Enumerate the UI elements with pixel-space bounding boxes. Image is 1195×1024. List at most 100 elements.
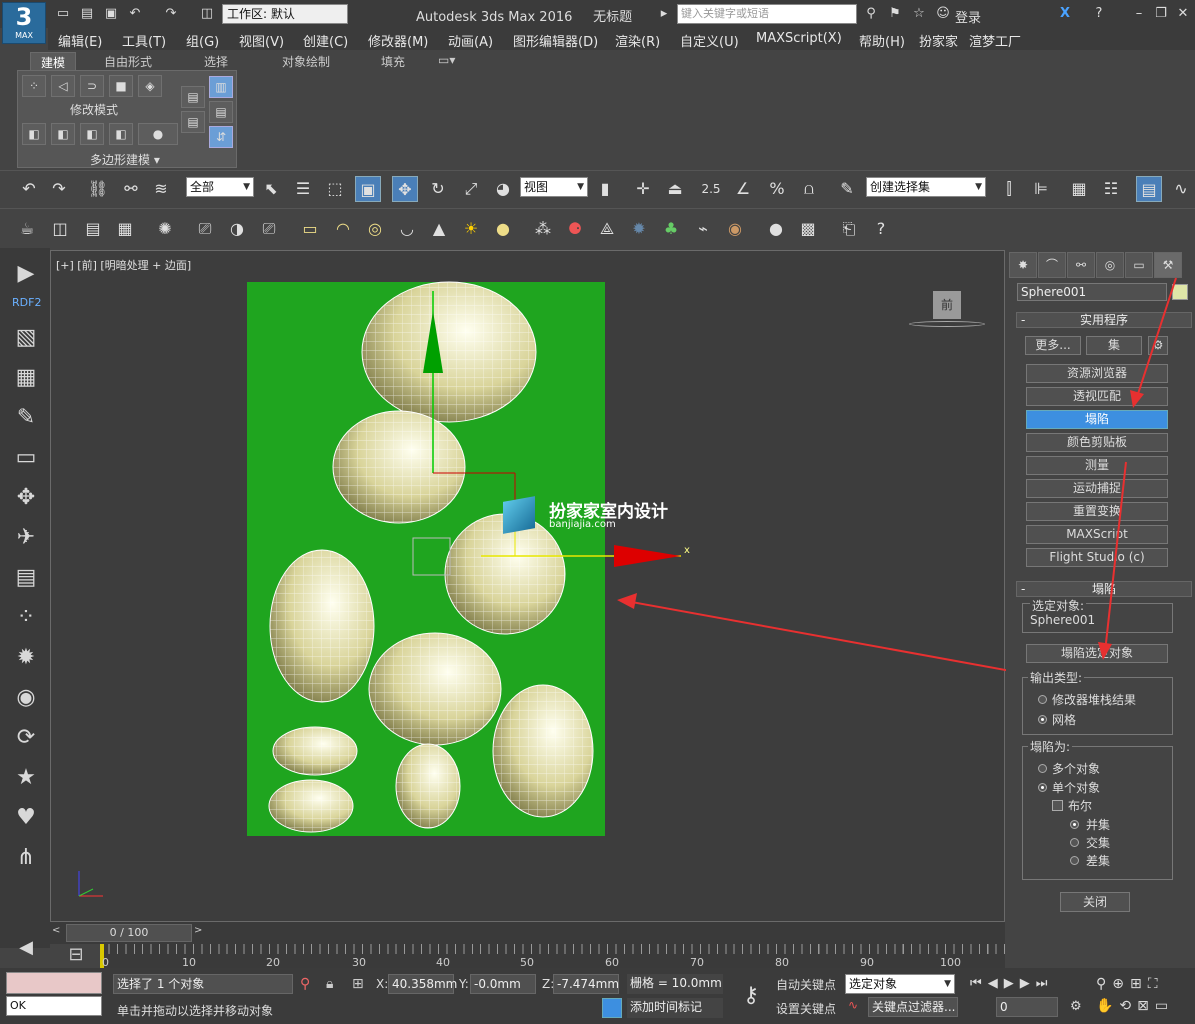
ball-icon[interactable]: ✹	[626, 216, 652, 242]
teapot-icon[interactable]: ☕	[14, 216, 40, 242]
x-coordinate-field[interactable]: 40.358mm	[388, 974, 457, 994]
help-icon[interactable]: ?	[1090, 5, 1108, 23]
help-circle-icon[interactable]: ?	[868, 216, 894, 242]
auto-key-button[interactable]: 自动关键点	[776, 976, 836, 993]
ribbon-side-2-icon[interactable]: ▥	[209, 76, 233, 98]
pivot-center-icon[interactable]: ▮	[592, 176, 618, 202]
egg-7[interactable]	[272, 726, 358, 776]
snaps-toggle-icon[interactable]: 2.5	[698, 176, 724, 202]
bowl-icon[interactable]: ◡	[394, 216, 420, 242]
ribbon-options-icon[interactable]: ▭▾	[438, 53, 455, 67]
polygon-mode-icon[interactable]: ■	[109, 75, 133, 97]
fur-icon[interactable]: ⚈	[562, 216, 588, 242]
unlink-icon[interactable]: ⚯	[118, 176, 144, 202]
rendered-frame-icon[interactable]: ▦	[112, 216, 138, 242]
undo-icon[interactable]: ↶	[16, 176, 42, 202]
prev-frame-icon[interactable]: <	[52, 925, 66, 941]
ribbon-side-1-icon[interactable]: ▤	[181, 86, 205, 108]
ribbon-tab-object-paint[interactable]: 对象绘制	[282, 53, 330, 70]
select-and-rotate-icon[interactable]: ↻	[425, 176, 451, 202]
menu-customize[interactable]: 自定义(U)	[680, 31, 739, 50]
brightness-icon[interactable]: ✹	[12, 644, 40, 672]
sun-icon[interactable]: ☀	[458, 216, 484, 242]
egg-5[interactable]	[368, 632, 502, 746]
egg-1[interactable]	[361, 281, 537, 423]
cone-icon[interactable]: ▲	[426, 216, 452, 242]
maxscript-output[interactable]: OK	[6, 996, 102, 1016]
viewport[interactable]: [+] [前] [明暗处理 + 边面] x 前 扮家家室内设计 banjiaji…	[50, 250, 1006, 923]
select-object-icon[interactable]: ⬉	[258, 176, 284, 202]
material-ball-icon[interactable]: ●	[763, 216, 789, 242]
keyboard-shortcut-icon[interactable]: ⏏	[662, 176, 688, 202]
binoculars-icon[interactable]: ⚲	[862, 5, 880, 23]
next-frame-icon[interactable]: >	[194, 925, 208, 941]
menu-animation[interactable]: 动画(A)	[448, 31, 493, 50]
plane-icon[interactable]: ▭	[297, 216, 323, 242]
rdf-logo-icon[interactable]: ▶	[12, 260, 40, 288]
minimize-icon[interactable]: –	[1130, 5, 1148, 23]
grid-layout-icon[interactable]: ▦	[12, 364, 40, 392]
project-folder-icon[interactable]: ◫	[198, 5, 216, 23]
edge-mode-icon[interactable]: ◁	[51, 75, 75, 97]
favorites-star-icon[interactable]: ☆	[910, 5, 928, 23]
mirror-icon[interactable]: ⫿	[996, 176, 1022, 202]
undo-icon[interactable]: ↶	[126, 5, 144, 23]
search-input[interactable]: 键入关键字或短语	[677, 4, 857, 24]
back-icon[interactable]: ◀	[12, 934, 40, 962]
adaptive-degradation-icon[interactable]	[602, 998, 622, 1018]
link-icon[interactable]: ⛓	[85, 176, 111, 202]
scene-objects[interactable]: x	[51, 251, 1006, 923]
spinner-snap-icon[interactable]: ⩍	[796, 176, 822, 202]
redo-icon[interactable]: ↷	[162, 5, 180, 23]
menu-help[interactable]: 帮助(H)	[859, 31, 905, 50]
curve-editor-icon[interactable]: ∿	[1168, 176, 1194, 202]
menu-group[interactable]: 组(G)	[186, 31, 219, 50]
hemisphere-icon[interactable]: ◠	[330, 216, 356, 242]
save-icon[interactable]: ▣	[102, 5, 120, 23]
egg-4[interactable]	[269, 549, 375, 703]
element-mode-icon[interactable]: ◈	[138, 75, 162, 97]
current-frame-field[interactable]: 0	[996, 997, 1058, 1017]
select-and-scale-icon[interactable]: ⤢	[458, 176, 484, 202]
maxscript-listener-pink[interactable]	[6, 972, 102, 994]
ribbon-tool-2-icon[interactable]: ◧	[51, 123, 75, 145]
render-icon[interactable]: ◑	[224, 216, 250, 242]
layer-explorer-icon[interactable]: ☷	[1098, 176, 1124, 202]
menu-tools[interactable]: 工具(T)	[122, 31, 166, 50]
ribbon-side-3-icon[interactable]: ▤	[209, 101, 233, 123]
align-icon[interactable]: ⊫	[1028, 176, 1054, 202]
absolute-mode-icon[interactable]: ⊞	[352, 976, 364, 992]
image-icon[interactable]: ▧	[12, 324, 40, 352]
grid-pyramid-icon[interactable]: ⟁	[594, 216, 620, 242]
apps-icon[interactable]: ⁘	[12, 604, 40, 632]
select-by-name-icon[interactable]: ☰	[290, 176, 316, 202]
angle-snap-icon[interactable]: ∠	[730, 176, 756, 202]
app-logo[interactable]: 3 MAX	[2, 2, 46, 44]
ribbon-tool-4-icon[interactable]: ◧	[109, 123, 133, 145]
mini-curve-editor-icon[interactable]: ⊟	[56, 944, 96, 968]
close-icon[interactable]: ✕	[1174, 5, 1192, 23]
egg-8[interactable]	[395, 743, 461, 829]
set-key-button[interactable]: 设置关键点	[776, 1000, 836, 1017]
set-key-icon[interactable]: ⚷	[732, 976, 770, 1016]
ribbon-side-4-icon[interactable]: ▤	[181, 111, 205, 133]
material-editor-icon[interactable]: ◫	[47, 216, 73, 242]
menu-views[interactable]: 视图(V)	[239, 31, 284, 50]
time-config-icon[interactable]: ⚙	[1070, 999, 1082, 1014]
ribbon-tab-freeform[interactable]: 自由形式	[104, 53, 152, 70]
edit-icon[interactable]: ✎	[12, 404, 40, 432]
camera-icon[interactable]: ◉	[12, 684, 40, 712]
menu-banjiajia[interactable]: 扮家家	[919, 31, 958, 50]
select-and-place-icon[interactable]: ◕	[490, 176, 516, 202]
add-time-tag[interactable]: 添加时间标记	[627, 998, 723, 1018]
window-crossing-icon[interactable]: ▣	[355, 176, 381, 202]
dome-light-icon[interactable]: ●	[490, 216, 516, 242]
communication-icon[interactable]: ⚑	[886, 5, 904, 23]
poly-modeling-label[interactable]: 多边形建模	[90, 153, 150, 167]
lock-icon[interactable]: 🔒︎	[326, 976, 333, 992]
render-setup-icon[interactable]: ▤	[80, 216, 106, 242]
light-icon[interactable]: ✺	[152, 216, 178, 242]
playback-controls[interactable]: ⏮◀▶▶⏭	[970, 976, 1053, 991]
menu-xuanmeng[interactable]: 渲梦工厂	[969, 31, 1021, 50]
rect-selection-icon[interactable]: ⬚	[322, 176, 348, 202]
